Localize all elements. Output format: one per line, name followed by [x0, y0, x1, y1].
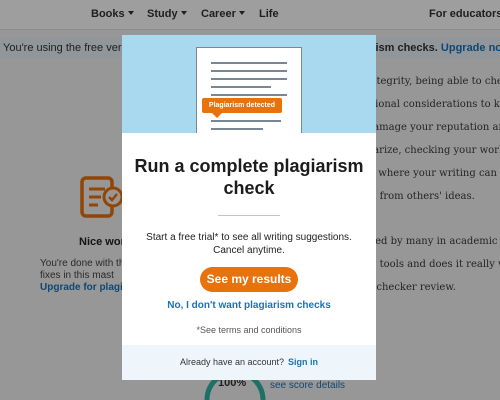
sign-in-link[interactable]: Sign in	[288, 357, 318, 367]
document-line	[211, 94, 287, 96]
modal-title: Run a complete plagiarism check	[134, 156, 364, 198]
document-line	[211, 78, 287, 80]
badge-pointer	[212, 113, 222, 118]
account-prompt: Already have an account?	[179, 357, 285, 367]
document-illustration	[196, 47, 302, 133]
decline-plagiarism-link[interactable]: No, I don't want plagiarism checks	[122, 300, 376, 311]
document-line	[211, 120, 281, 122]
modal-footer: Already have an account? Sign in	[122, 345, 376, 380]
plagiarism-upsell-modal: Plagiarism detected Run a complete plagi…	[122, 35, 376, 380]
modal-hero-illustration: Plagiarism detected	[122, 35, 376, 133]
document-line	[211, 128, 263, 130]
divider	[218, 215, 280, 216]
see-my-results-button[interactable]: See my results	[200, 267, 298, 292]
plagiarism-detected-badge: Plagiarism detected	[202, 98, 282, 113]
document-line	[211, 70, 287, 72]
document-line	[211, 86, 271, 88]
modal-description: Start a free trial* to see all writing s…	[146, 232, 352, 256]
document-line	[211, 62, 287, 64]
terms-note: *See terms and conditions	[196, 325, 302, 335]
